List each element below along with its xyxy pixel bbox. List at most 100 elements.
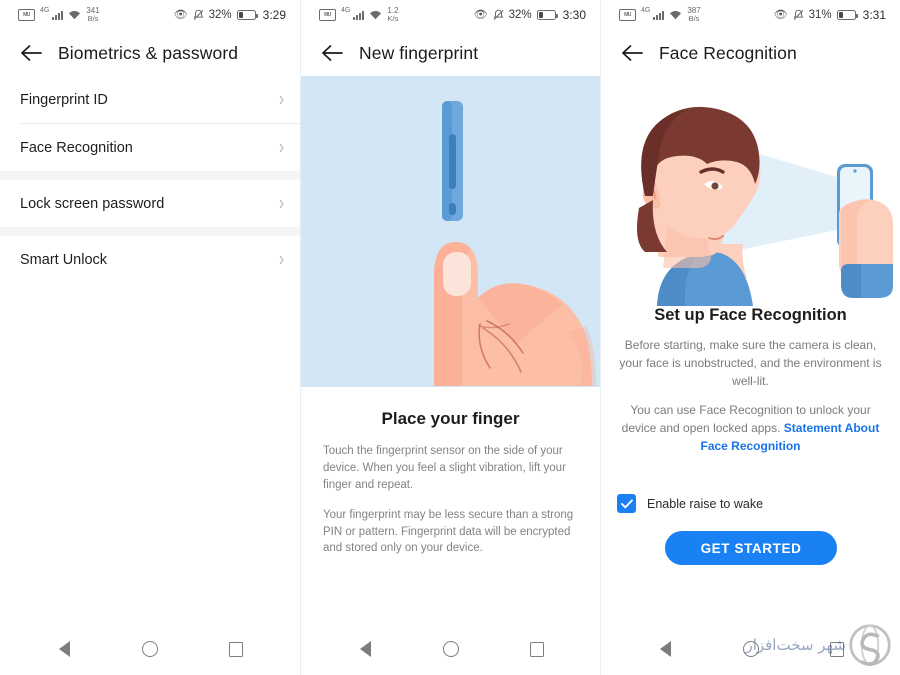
network-type-label: 4G bbox=[40, 6, 50, 14]
list-item-label: Fingerprint ID bbox=[20, 91, 108, 108]
status-bar-left: MU 4G 387 B/s bbox=[619, 6, 701, 24]
voicemail-icon: MU bbox=[619, 8, 636, 21]
nav-recents-icon[interactable] bbox=[825, 637, 849, 661]
raise-to-wake-row[interactable]: Enable raise to wake bbox=[617, 494, 900, 513]
status-bar-right: 👁 32% 3:30 bbox=[474, 8, 586, 22]
network-type-label: 4G bbox=[341, 6, 351, 14]
eye-comfort-icon: 👁 bbox=[773, 8, 788, 21]
nav-home-icon[interactable] bbox=[138, 637, 162, 661]
chevron-right-icon: › bbox=[279, 88, 284, 111]
setup-paragraph-2: You can use Face Recognition to unlock y… bbox=[619, 401, 882, 455]
page-title: Face Recognition bbox=[659, 42, 797, 63]
get-started-button[interactable]: GET STARTED bbox=[664, 531, 838, 565]
eye-comfort-icon: 👁 bbox=[473, 8, 488, 21]
clock-label: 3:30 bbox=[562, 8, 586, 22]
nav-recents-icon[interactable] bbox=[224, 637, 248, 661]
status-bar-right: 👁 32% 3:29 bbox=[174, 8, 286, 22]
battery-icon bbox=[836, 10, 858, 20]
wifi-icon bbox=[68, 10, 81, 20]
battery-percent-label: 32% bbox=[508, 9, 532, 21]
setup-heading: Set up Face Recognition bbox=[654, 306, 847, 324]
navigation-bar bbox=[601, 623, 900, 675]
signal-bars-icon bbox=[353, 9, 365, 21]
network-type-label: 4G bbox=[641, 6, 651, 14]
battery-icon bbox=[536, 10, 558, 20]
settings-group: Fingerprint ID › Face Recognition › bbox=[0, 76, 300, 171]
status-bar: MU 4G 1.2 K/s 👁 32% 3:30 bbox=[301, 0, 600, 30]
clock-label: 3:31 bbox=[862, 8, 886, 22]
title-bar: New fingerprint bbox=[301, 30, 600, 76]
back-arrow-icon[interactable] bbox=[18, 40, 44, 66]
nav-recents-icon[interactable] bbox=[525, 637, 549, 661]
chevron-right-icon: › bbox=[279, 136, 284, 159]
settings-group: Smart Unlock › bbox=[0, 236, 300, 283]
voicemail-icon: MU bbox=[18, 8, 35, 21]
data-rate-indicator: 1.2 K/s bbox=[387, 6, 399, 24]
sidebar-item-lock-screen-password[interactable]: Lock screen password › bbox=[0, 180, 300, 227]
data-rate-unit: B/s bbox=[688, 14, 700, 24]
data-rate-indicator: 341 B/s bbox=[86, 6, 99, 24]
data-rate-unit: B/s bbox=[87, 14, 99, 24]
back-arrow-icon[interactable] bbox=[619, 40, 645, 66]
panel-new-fingerprint: MU 4G 1.2 K/s 👁 32% 3:30 New fingerprint… bbox=[300, 0, 601, 675]
screenshot-root: MU 4G 341 B/s 👁 32% 3:29 Biometrics & pa… bbox=[0, 0, 900, 675]
list-item-label: Face Recognition bbox=[20, 139, 133, 156]
instruction-paragraph-1: Touch the fingerprint sensor on the side… bbox=[323, 445, 566, 491]
group-separator bbox=[0, 171, 300, 180]
status-bar-left: MU 4G 341 B/s bbox=[18, 6, 100, 24]
face-setup-text: Set up Face Recognition Before starting,… bbox=[601, 306, 900, 455]
instruction-block: Place your finger Touch the fingerprint … bbox=[301, 387, 600, 557]
settings-group: Lock screen password › bbox=[0, 180, 300, 227]
bottom-actions: Enable raise to wake GET STARTED bbox=[601, 494, 900, 565]
data-rate-indicator: 387 B/s bbox=[687, 6, 700, 24]
title-bar: Biometrics & password bbox=[0, 30, 300, 76]
list-item-label: Lock screen password bbox=[20, 195, 165, 212]
data-rate-unit: K/s bbox=[387, 14, 399, 24]
list-item-label: Smart Unlock bbox=[20, 251, 108, 268]
bell-muted-icon bbox=[793, 9, 804, 21]
nav-back-icon[interactable] bbox=[353, 637, 377, 661]
title-bar: Face Recognition bbox=[601, 30, 900, 76]
navigation-bar bbox=[301, 623, 601, 675]
raise-to-wake-checkbox[interactable] bbox=[617, 494, 636, 513]
finger-on-side-sensor-illustration bbox=[301, 76, 601, 387]
eye-comfort-icon: 👁 bbox=[173, 8, 188, 21]
battery-percent-label: 32% bbox=[208, 9, 232, 21]
instruction-heading: Place your finger bbox=[381, 409, 520, 428]
status-bar: MU 4G 387 B/s 👁 31% 3:31 bbox=[601, 0, 900, 30]
back-arrow-icon[interactable] bbox=[319, 40, 345, 66]
face-scan-illustration bbox=[601, 76, 900, 306]
voicemail-icon: MU bbox=[319, 8, 336, 21]
page-title: Biometrics & password bbox=[58, 42, 239, 63]
nav-back-icon[interactable] bbox=[653, 637, 677, 661]
clock-label: 3:29 bbox=[262, 8, 286, 22]
nav-home-icon[interactable] bbox=[439, 637, 463, 661]
page-title: New fingerprint bbox=[359, 42, 479, 63]
instruction-paragraph-2: Your fingerprint may be less secure than… bbox=[323, 508, 574, 555]
group-separator bbox=[0, 227, 300, 236]
settings-list: Fingerprint ID › Face Recognition › Lock… bbox=[0, 76, 300, 283]
bell-muted-icon bbox=[193, 9, 204, 21]
status-bar: MU 4G 341 B/s 👁 32% 3:29 bbox=[0, 0, 300, 30]
chevron-right-icon: › bbox=[279, 248, 284, 271]
navigation-bar bbox=[0, 623, 300, 675]
battery-percent-label: 31% bbox=[808, 9, 832, 21]
signal-bars-icon bbox=[653, 9, 665, 21]
status-bar-left: MU 4G 1.2 K/s bbox=[319, 6, 399, 24]
wifi-icon bbox=[669, 10, 682, 20]
signal-bars-icon bbox=[52, 9, 64, 21]
setup-paragraph-1: Before starting, make sure the camera is… bbox=[619, 338, 882, 388]
wifi-icon bbox=[369, 10, 382, 20]
nav-back-icon[interactable] bbox=[52, 637, 76, 661]
bell-muted-icon bbox=[493, 9, 504, 21]
nav-home-icon[interactable] bbox=[739, 637, 763, 661]
panel-biometrics-password: MU 4G 341 B/s 👁 32% 3:29 Biometrics & pa… bbox=[0, 0, 300, 675]
status-bar-right: 👁 31% 3:31 bbox=[774, 8, 886, 22]
panel-face-recognition: MU 4G 387 B/s 👁 31% 3:31 Face Recognitio… bbox=[600, 0, 900, 675]
sidebar-item-fingerprint-id[interactable]: Fingerprint ID › bbox=[0, 76, 300, 123]
sidebar-item-smart-unlock[interactable]: Smart Unlock › bbox=[0, 236, 300, 283]
battery-icon bbox=[236, 10, 258, 20]
sidebar-item-face-recognition[interactable]: Face Recognition › bbox=[0, 124, 300, 171]
chevron-right-icon: › bbox=[279, 192, 284, 215]
cta-container: GET STARTED bbox=[601, 531, 900, 565]
